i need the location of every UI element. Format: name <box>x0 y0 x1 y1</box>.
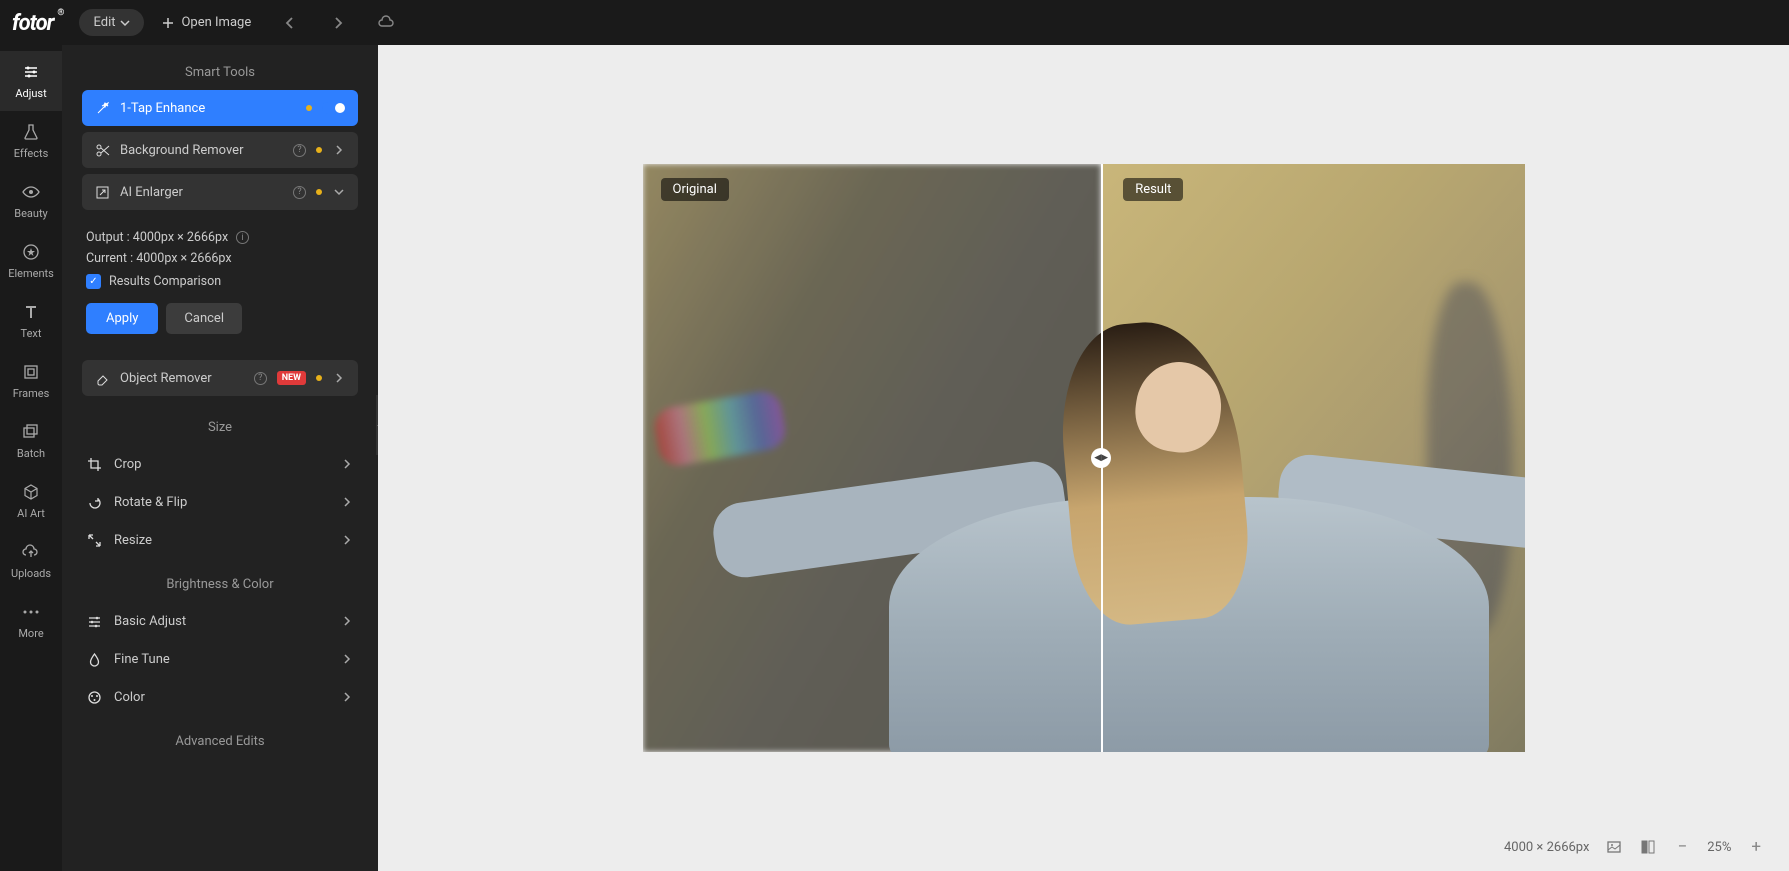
open-image-button[interactable]: Open Image <box>162 15 251 30</box>
rotate-icon <box>86 494 102 510</box>
object-remover-row[interactable]: Object Remover ? NEW <box>82 360 358 396</box>
current-size-text: Current : 4000px × 2666px <box>86 251 354 266</box>
resize-icon <box>86 532 102 548</box>
results-comparison-checkbox[interactable]: ✓ Results Comparison <box>86 274 354 289</box>
advanced-heading: Advanced Edits <box>82 734 358 749</box>
cancel-button[interactable]: Cancel <box>166 303 242 334</box>
star-icon <box>21 242 41 262</box>
comparison-slider-handle[interactable]: ◀▶ <box>1091 448 1111 468</box>
resize-row[interactable]: Resize <box>82 521 358 559</box>
help-icon[interactable]: ? <box>293 144 306 157</box>
compare-button[interactable] <box>1639 838 1657 856</box>
one-tap-toggle[interactable] <box>322 102 346 114</box>
crop-row[interactable]: Crop <box>82 445 358 483</box>
flask-icon <box>21 122 41 142</box>
zoom-in-button[interactable]: + <box>1747 837 1765 857</box>
info-icon[interactable]: i <box>236 231 249 244</box>
panel-collapse-handle[interactable]: ◀ <box>376 395 378 455</box>
crop-icon <box>86 456 102 472</box>
ai-enlarger-row[interactable]: AI Enlarger ? <box>82 174 358 210</box>
logo: fotor® <box>12 10 53 36</box>
chevron-right-icon <box>340 533 354 547</box>
chevron-right-icon <box>340 614 354 628</box>
photo-subject <box>819 272 1525 752</box>
cube-icon <box>21 482 41 502</box>
sliders-icon <box>21 62 41 82</box>
sidebar-item-beauty[interactable]: Beauty <box>0 171 62 231</box>
smart-tools-heading: Smart Tools <box>82 65 358 80</box>
result-badge: Result <box>1123 178 1183 201</box>
premium-dot-icon <box>306 105 312 111</box>
sidebar-item-uploads[interactable]: Uploads <box>0 531 62 591</box>
palette-icon <box>86 689 102 705</box>
sidebar-item-adjust[interactable]: Adjust <box>0 51 62 111</box>
canvas-area: ◀▶ Original Result 4000 × 2666px − 25% + <box>378 45 1789 871</box>
plus-icon <box>162 17 174 29</box>
original-badge: Original <box>661 178 729 201</box>
undo-button[interactable] <box>281 14 299 32</box>
apply-button[interactable]: Apply <box>86 303 158 334</box>
chevron-right-icon <box>340 457 354 471</box>
sidebar-item-frames[interactable]: Frames <box>0 351 62 411</box>
chevron-right-icon <box>340 652 354 666</box>
image-info-button[interactable] <box>1605 838 1623 856</box>
text-icon <box>21 302 41 322</box>
comparison-image: ◀▶ Original Result <box>643 164 1525 752</box>
size-heading: Size <box>82 420 358 435</box>
scissors-icon <box>94 142 110 158</box>
color-row[interactable]: Color <box>82 678 358 716</box>
chevron-down-icon <box>120 18 130 28</box>
app-header: fotor® Edit Open Image <box>0 0 1789 45</box>
more-icon <box>21 602 41 622</box>
batch-icon <box>21 422 41 442</box>
fine-tune-row[interactable]: Fine Tune <box>82 640 358 678</box>
frame-icon <box>21 362 41 382</box>
ai-enlarger-body: Output : 4000px × 2666px i Current : 400… <box>82 216 358 346</box>
help-icon[interactable]: ? <box>293 186 306 199</box>
sidebar-item-text[interactable]: Text <box>0 291 62 351</box>
one-tap-enhance-row[interactable]: 1-Tap Enhance <box>82 90 358 126</box>
left-sidebar: Adjust Effects Beauty Elements Text Fram… <box>0 45 62 871</box>
checkbox-checked-icon: ✓ <box>86 274 101 289</box>
sidebar-item-aiart[interactable]: AI Art <box>0 471 62 531</box>
help-icon[interactable]: ? <box>254 372 267 385</box>
bg-remover-row[interactable]: Background Remover ? <box>82 132 358 168</box>
sidebar-item-batch[interactable]: Batch <box>0 411 62 471</box>
adjust-icon <box>86 613 102 629</box>
cloud-button[interactable] <box>377 14 395 32</box>
basic-adjust-row[interactable]: Basic Adjust <box>82 602 358 640</box>
chevron-right-icon <box>332 371 346 385</box>
chevron-right-icon <box>332 143 346 157</box>
premium-dot-icon <box>316 375 322 381</box>
premium-dot-icon <box>316 147 322 153</box>
brightness-heading: Brightness & Color <box>82 577 358 592</box>
zoom-level-text: 25% <box>1707 840 1731 855</box>
output-size-text: Output : 4000px × 2666px i <box>86 230 354 245</box>
dimensions-text: 4000 × 2666px <box>1504 840 1590 855</box>
chevron-down-icon <box>332 185 346 199</box>
edit-dropdown[interactable]: Edit <box>79 9 144 36</box>
wand-icon <box>94 100 110 116</box>
premium-dot-icon <box>316 189 322 195</box>
chevron-right-icon <box>340 690 354 704</box>
new-badge: NEW <box>277 371 306 385</box>
enlarge-icon <box>94 184 110 200</box>
sidebar-item-effects[interactable]: Effects <box>0 111 62 171</box>
droplet-icon <box>86 651 102 667</box>
sidebar-item-elements[interactable]: Elements <box>0 231 62 291</box>
redo-button[interactable] <box>329 14 347 32</box>
chevron-right-icon <box>340 495 354 509</box>
sidebar-item-more[interactable]: More <box>0 591 62 651</box>
tools-panel: Smart Tools 1-Tap Enhance Background Rem… <box>62 45 378 871</box>
footer-bar: 4000 × 2666px − 25% + <box>1504 837 1765 857</box>
eraser-icon <box>94 370 110 386</box>
upload-icon <box>21 542 41 562</box>
eye-icon <box>21 182 41 202</box>
zoom-out-button[interactable]: − <box>1673 837 1691 857</box>
rotate-row[interactable]: Rotate & Flip <box>82 483 358 521</box>
